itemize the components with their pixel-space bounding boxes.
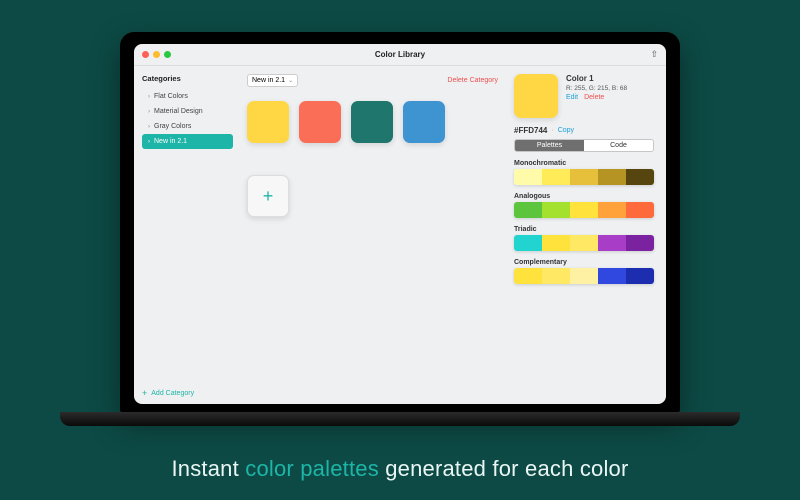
palette-color[interactable]	[598, 268, 626, 284]
color-hex: #FFD744	[514, 126, 547, 135]
selected-color-swatch	[514, 74, 558, 118]
palette-color[interactable]	[626, 169, 654, 185]
sidebar-item-label: Flat Colors	[154, 93, 188, 100]
palette-color[interactable]	[626, 202, 654, 218]
palette-color[interactable]	[514, 235, 542, 251]
tab-palettes[interactable]: Palettes	[515, 140, 584, 151]
palette-color[interactable]	[514, 268, 542, 284]
segmented-control[interactable]: Palettes Code	[514, 139, 654, 152]
palette-color[interactable]	[570, 169, 598, 185]
palette-color[interactable]	[570, 268, 598, 284]
content-columns: Categories ›Flat Colors›Material Design›…	[134, 66, 666, 404]
palette-group: Triadic	[514, 226, 656, 251]
add-color-button[interactable]: +	[247, 175, 289, 217]
palette-strip[interactable]	[514, 235, 654, 251]
color-rgb: R: 255, G: 215, B: 68	[566, 85, 627, 92]
palette-strip[interactable]	[514, 268, 654, 284]
swatch-row	[247, 101, 498, 143]
app-window: Color Library ⇧ Categories ›Flat Colors›…	[134, 44, 666, 404]
titlebar: Color Library ⇧	[134, 44, 666, 66]
add-category-button[interactable]: + Add Category	[142, 388, 233, 398]
palette-strip[interactable]	[514, 202, 654, 218]
sidebar-item-label: Gray Colors	[154, 123, 191, 130]
window-title: Color Library	[134, 50, 666, 59]
laptop-frame: Color Library ⇧ Categories ›Flat Colors›…	[120, 32, 680, 412]
chevron-right-icon: ›	[148, 139, 150, 145]
palette-color[interactable]	[626, 235, 654, 251]
palette-label: Triadic	[514, 226, 656, 233]
main-panel: New in 2.1 ⌄ Delete Category +	[239, 66, 506, 404]
palette-color[interactable]	[598, 235, 626, 251]
tab-code[interactable]: Code	[584, 140, 653, 151]
palette-color[interactable]	[626, 268, 654, 284]
detail-panel: Color 1 R: 255, G: 215, B: 68 Edit Delet…	[506, 66, 666, 404]
palette-group: Complementary	[514, 259, 656, 284]
color-swatch[interactable]	[351, 101, 393, 143]
sidebar: Categories ›Flat Colors›Material Design›…	[134, 66, 239, 404]
palette-group: Monochromatic	[514, 160, 656, 185]
palette-color[interactable]	[598, 169, 626, 185]
palette-label: Analogous	[514, 193, 656, 200]
palette-color[interactable]	[514, 202, 542, 218]
sidebar-item[interactable]: › Gray Colors	[142, 119, 233, 134]
chevron-right-icon: ›	[148, 94, 150, 100]
add-category-label: Add Category	[151, 390, 194, 397]
palette-color[interactable]	[570, 235, 598, 251]
dropdown-label: New in 2.1	[252, 77, 285, 84]
palette-label: Complementary	[514, 259, 656, 266]
palette-color[interactable]	[570, 202, 598, 218]
palette-group: Analogous	[514, 193, 656, 218]
sidebar-item[interactable]: › New in 2.1	[142, 134, 233, 149]
palette-color[interactable]	[542, 202, 570, 218]
sidebar-item[interactable]: › Flat Colors	[142, 89, 233, 104]
sidebar-item-label: Material Design	[154, 108, 203, 115]
palette-color[interactable]	[598, 202, 626, 218]
plus-icon: +	[142, 388, 147, 398]
chevron-down-icon: ⌄	[288, 77, 293, 84]
palette-label: Monochromatic	[514, 160, 656, 167]
edit-button[interactable]: Edit	[566, 94, 578, 101]
main-header: New in 2.1 ⌄ Delete Category	[247, 74, 498, 87]
delete-color-button[interactable]: Delete	[584, 94, 604, 101]
palette-strip[interactable]	[514, 169, 654, 185]
sidebar-item-label: New in 2.1	[154, 138, 187, 145]
chevron-right-icon: ›	[148, 109, 150, 115]
palette-color[interactable]	[514, 169, 542, 185]
palette-color[interactable]	[542, 169, 570, 185]
sidebar-heading: Categories	[142, 74, 233, 83]
palette-color[interactable]	[542, 235, 570, 251]
category-dropdown[interactable]: New in 2.1 ⌄	[247, 74, 298, 87]
color-swatch[interactable]	[403, 101, 445, 143]
color-swatch[interactable]	[247, 101, 289, 143]
chevron-right-icon: ›	[148, 124, 150, 130]
color-name: Color 1	[566, 74, 627, 83]
delete-category-button[interactable]: Delete Category	[447, 77, 498, 84]
color-swatch[interactable]	[299, 101, 341, 143]
palette-color[interactable]	[542, 268, 570, 284]
marketing-caption: Instant color palettes generated for eac…	[0, 440, 800, 500]
copy-button[interactable]: Copy	[558, 127, 574, 134]
sidebar-item[interactable]: › Material Design	[142, 104, 233, 119]
